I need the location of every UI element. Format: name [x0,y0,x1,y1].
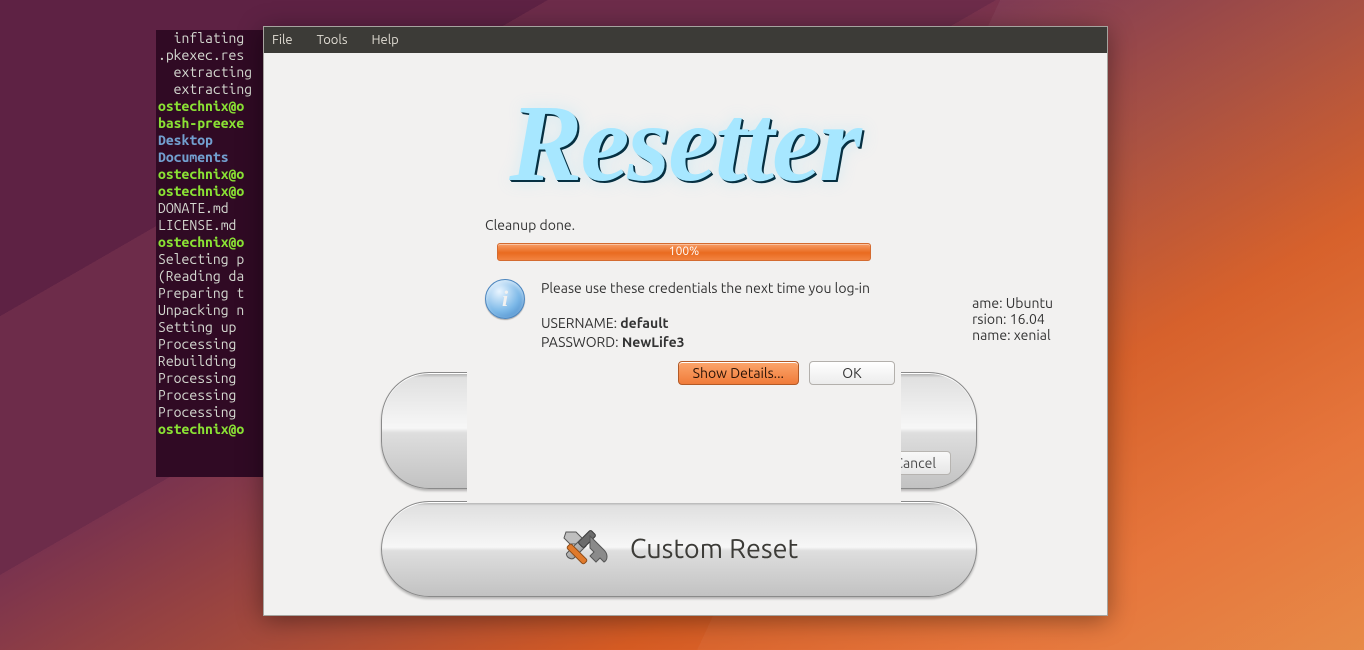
os-info-block: ame: Ubuntu rsion: 16.04 name: xenial [972,295,1053,343]
ok-button[interactable]: OK [809,361,895,385]
hammer-wrench-icon [560,526,614,572]
menu-file[interactable]: File [272,33,293,47]
password-label: PASSWORD: [541,334,619,350]
dialog-text: Please use these credentials the next ti… [541,279,870,352]
custom-reset-label: Custom Reset [630,534,798,564]
app-body: Resetter ame: Ubuntu rsion: 16.04 name: … [264,53,1107,209]
progress-label: Cleanup done. [485,217,883,233]
background-terminal: inflating .pkexec.res extracting extract… [156,30,263,477]
custom-reset-button[interactable]: Custom Reset [381,501,977,597]
menu-help[interactable]: Help [371,33,398,47]
resetter-window: File Tools Help Resetter ame: Ubuntu rsi… [263,26,1108,616]
credentials-hint: Please use these credentials the next ti… [541,279,870,298]
menubar: File Tools Help [264,27,1107,53]
menu-tools[interactable]: Tools [317,33,348,47]
os-name: ame: Ubuntu [972,295,1053,311]
info-icon: i [485,279,525,319]
cleanup-dialog: Cleanup done. 100% i Please use these cr… [467,203,901,503]
show-details-button[interactable]: Show Details... [678,361,799,385]
username-value: default [620,315,668,331]
app-logo: Resetter [510,83,861,205]
os-codename: name: xenial [972,327,1053,343]
password-value: NewLife3 [622,334,685,350]
logo-wrap: Resetter [272,89,1099,199]
progress-percent: 100% [669,245,699,258]
username-label: USERNAME: [541,315,617,331]
progress-bar: 100% [497,243,871,261]
os-version: rsion: 16.04 [972,311,1053,327]
